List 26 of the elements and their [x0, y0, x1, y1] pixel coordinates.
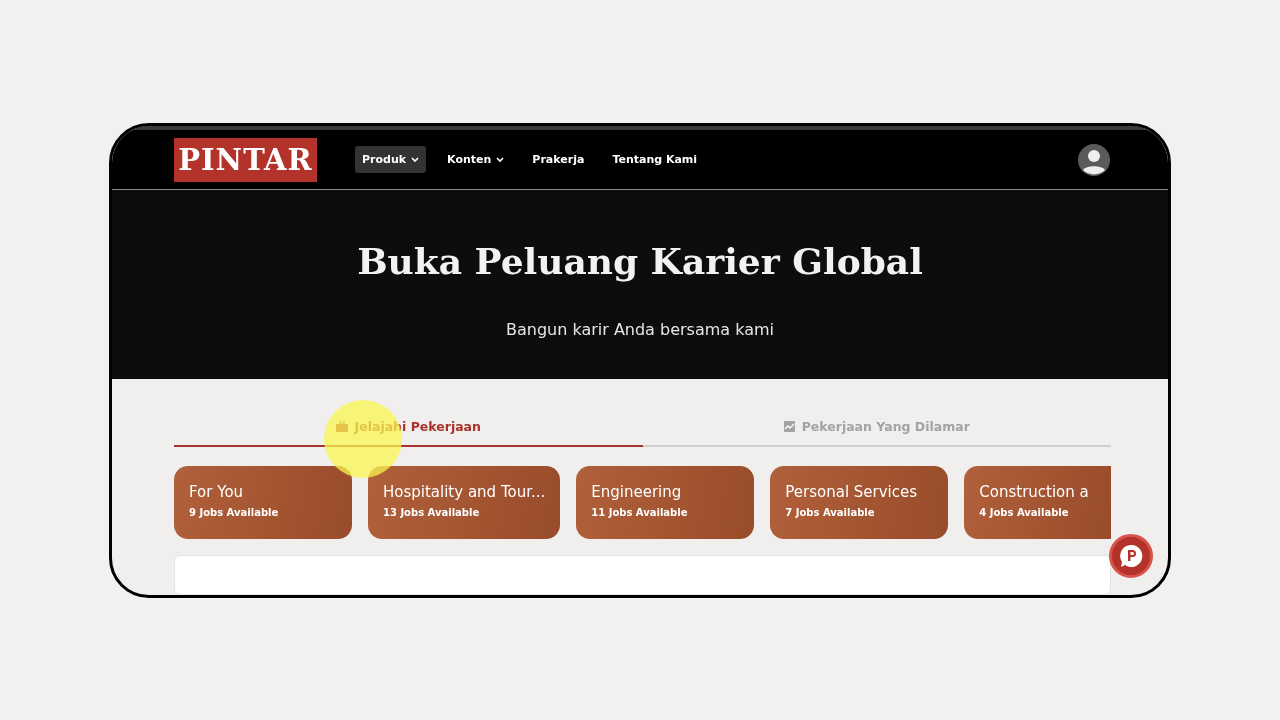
- category-card[interactable]: Hospitality and Tour... 13 Jobs Available: [368, 466, 561, 539]
- nav-link[interactable]: Prakerja: [525, 146, 592, 174]
- job-count: 9 Jobs Available: [189, 507, 280, 518]
- category-card[interactable]: Construction a 4 Jobs Available: [964, 466, 1111, 539]
- avatar-icon[interactable]: [1078, 143, 1110, 176]
- category-name: For You: [189, 483, 245, 501]
- job-count: 11 Jobs Available: [591, 507, 689, 518]
- hero-subtitle: Bangun karir Anda bersama kami: [505, 320, 775, 340]
- category-name: Hospitality and Tour...: [383, 483, 546, 501]
- chat-button[interactable]: [1109, 534, 1153, 578]
- job-count: 7 Jobs Available: [785, 507, 876, 518]
- category-name: Engineering: [591, 483, 683, 501]
- nav-link[interactable]: Produk: [355, 146, 427, 174]
- category-card[interactable]: Personal Services 7 Jobs Available: [770, 466, 949, 539]
- job-count: 4 Jobs Available: [979, 507, 1070, 518]
- nav-link[interactable]: Tentang Kami: [605, 146, 705, 174]
- chat-bubble-icon: [1118, 543, 1144, 569]
- category-name: Personal Services: [785, 483, 919, 501]
- category-card[interactable]: Engineering 11 Jobs Available: [576, 466, 755, 539]
- logo[interactable]: PINTAR: [174, 137, 317, 182]
- category-card[interactable]: For You 9 Jobs Available: [174, 466, 352, 539]
- chart-icon: [783, 420, 795, 432]
- category-name: Construction a: [979, 483, 1090, 501]
- nav-link[interactable]: Konten: [440, 146, 512, 174]
- hero-title: Buka Peluang Karier Global: [357, 240, 923, 283]
- job-count: 13 Jobs Available: [383, 507, 481, 518]
